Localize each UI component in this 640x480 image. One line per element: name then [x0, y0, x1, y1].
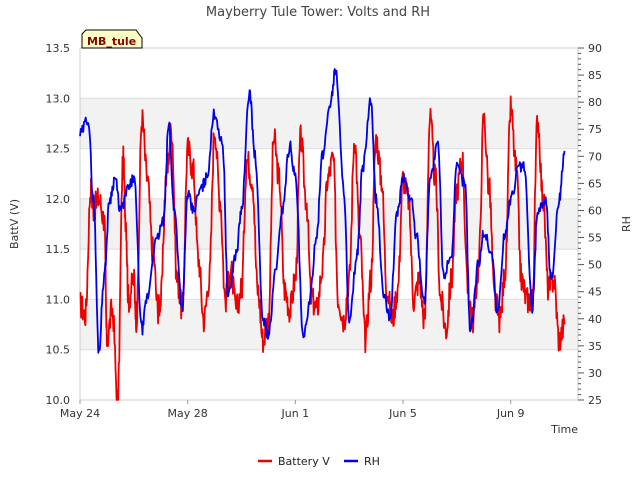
background-band [80, 299, 578, 350]
y-tick-label-left: 13.0 [46, 92, 71, 105]
y-tick-label-right: 45 [588, 286, 602, 299]
chart: 10.0 10.5 11.0 11.5 12.0 12.5 13.0 13.5 25 30 35 4… [8, 5, 633, 468]
y-axis-left-title: BattV (V) [8, 199, 21, 249]
y-tick-label-right: 40 [588, 313, 602, 326]
x-tick-label: Jun 1 [281, 407, 310, 420]
x-axis-title: Time [550, 423, 578, 436]
station-badge: MB_tule [81, 29, 143, 49]
y-tick-label-left: 10.5 [46, 344, 71, 357]
y-axis-right-title: RH [620, 216, 633, 232]
legend: Battery V RH [258, 455, 380, 468]
legend-label: Battery V [278, 455, 330, 468]
x-axis: May 24 May 28 Jun 1 Jun 5 Jun 9 [60, 400, 525, 420]
chart-title: Mayberry Tule Tower: Volts and RH [206, 5, 430, 20]
y-tick-label-right: 35 [588, 340, 602, 353]
right-axis: 25 30 35 40 45 50 55 60 65 70 75 80 85 90 [578, 42, 602, 407]
y-tick-label-right: 30 [588, 367, 602, 380]
y-tick-label-left: 12.0 [46, 193, 71, 206]
y-tick-label-right: 50 [588, 259, 602, 272]
y-tick-label-left: 12.5 [46, 143, 71, 156]
y-tick-label-right: 80 [588, 96, 602, 109]
y-tick-label-left: 11.0 [46, 293, 71, 306]
y-tick-label-left: 11.5 [46, 243, 71, 256]
x-tick-label: Jun 9 [496, 407, 525, 420]
y-tick-label-right: 90 [588, 42, 602, 55]
background-bands [80, 98, 578, 350]
y-tick-label-left: 10.0 [46, 394, 71, 407]
x-tick-label: Jun 5 [388, 407, 417, 420]
y-tick-label-right: 55 [588, 232, 602, 245]
y-tick-label-right: 60 [588, 204, 602, 217]
y-tick-label-left: 13.5 [46, 42, 71, 55]
x-tick-label: May 24 [60, 407, 100, 420]
station-label: MB_tule [87, 35, 136, 48]
legend-label: RH [364, 455, 380, 468]
left-axis: 10.0 10.5 11.0 11.5 12.0 12.5 13.0 13.5 [46, 42, 71, 407]
x-tick-label: May 28 [168, 407, 208, 420]
y-tick-label-right: 75 [588, 123, 602, 136]
y-tick-label-right: 85 [588, 69, 602, 82]
y-tick-label-right: 70 [588, 150, 602, 163]
y-tick-label-right: 65 [588, 177, 602, 190]
y-tick-label-right: 25 [588, 394, 602, 407]
